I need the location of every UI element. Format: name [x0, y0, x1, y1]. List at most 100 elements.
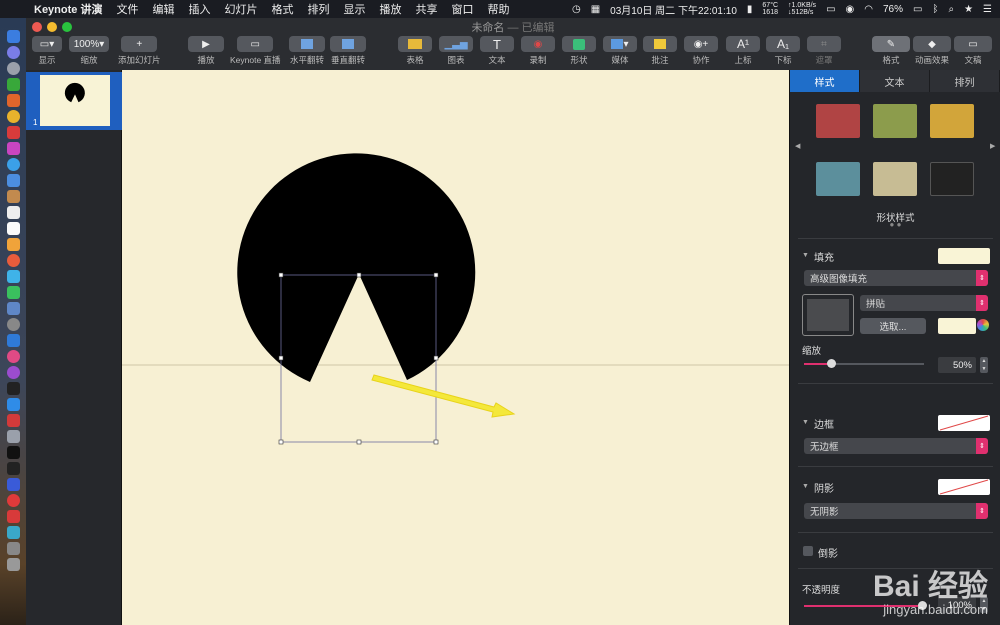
scale-slider-track[interactable]	[804, 359, 924, 368]
menu-app-name[interactable]: Keynote 讲演	[34, 1, 102, 17]
shape-style-swatch[interactable]	[930, 104, 974, 138]
record-button[interactable]: ◉ 录制	[521, 36, 555, 66]
battery-icon[interactable]: ▭	[913, 4, 922, 15]
menu-edit[interactable]: 编辑	[152, 1, 174, 17]
disclosure-icon[interactable]: ▼	[802, 252, 809, 259]
table-button[interactable]: 表格	[398, 36, 432, 66]
trash-icon[interactable]	[6, 558, 20, 571]
image-fill-preview[interactable]	[802, 294, 854, 336]
keynote-icon[interactable]	[6, 334, 20, 347]
tile-mode-select[interactable]: 拼贴 ⇕	[860, 295, 988, 311]
border-select[interactable]: 无边框 ⇕	[804, 438, 988, 454]
prev-styles-icon[interactable]: ◀	[795, 142, 800, 150]
scale-slider-thumb[interactable]	[827, 359, 836, 368]
star-icon[interactable]: ★	[964, 4, 973, 15]
zoom-menu[interactable]: 100% ▾ 缩放	[69, 36, 109, 66]
tint-color-well[interactable]	[938, 318, 976, 334]
disclosure-icon[interactable]: ▼	[802, 483, 809, 490]
flip-horizontal-button[interactable]: 水平翻转	[289, 36, 325, 66]
podcasts-icon[interactable]	[6, 366, 20, 379]
safari-icon[interactable]	[6, 158, 20, 171]
app-icon[interactable]	[6, 174, 20, 187]
preferences-icon[interactable]	[6, 430, 20, 443]
shape-style-swatch[interactable]	[873, 162, 917, 196]
app-store-icon[interactable]	[6, 398, 20, 411]
shape-button[interactable]: 形状	[562, 36, 596, 66]
keynote-live-button[interactable]: ▭ Keynote 直播	[230, 36, 281, 66]
text-button[interactable]: T 文本	[480, 36, 514, 66]
menu-arrange[interactable]: 排列	[307, 1, 329, 17]
app-icon[interactable]	[6, 462, 20, 475]
app-icon[interactable]	[6, 302, 20, 315]
search-icon[interactable]: ⌕	[948, 4, 954, 15]
choose-image-button[interactable]: 选取...	[860, 318, 926, 334]
tab-arrange[interactable]: 排列	[930, 70, 1000, 92]
menubar-datetime[interactable]: 03月10日 周二 下午22:01:10	[610, 2, 737, 17]
wechat-icon[interactable]: ◉	[846, 4, 855, 15]
pacman-shape[interactable]	[237, 153, 476, 382]
resize-handle[interactable]	[278, 272, 284, 278]
resize-handle[interactable]	[433, 439, 439, 445]
app-icon[interactable]	[6, 126, 20, 139]
vpn-icon[interactable]	[6, 478, 20, 491]
add-slide-button[interactable]: + 添加幻灯片	[118, 36, 161, 66]
calendar-app-icon[interactable]	[6, 206, 20, 219]
fill-type-select[interactable]: 高级图像填充 ⇕	[804, 270, 988, 286]
collaborate-button[interactable]: ◉+ 协作	[684, 36, 718, 66]
animate-button[interactable]: ◆ 动画效果	[913, 36, 951, 66]
menu-window[interactable]: 窗口	[451, 1, 473, 17]
app-icon[interactable]	[6, 142, 20, 155]
facetime-icon[interactable]	[6, 286, 20, 299]
menu-format[interactable]: 格式	[271, 1, 293, 17]
list-icon[interactable]: ☰	[983, 4, 992, 15]
menu-file[interactable]: 文件	[116, 1, 138, 17]
reflection-checkbox[interactable]	[803, 546, 813, 556]
app-icon[interactable]	[6, 78, 20, 91]
scale-value-field[interactable]: 50%	[938, 357, 976, 373]
app-icon[interactable]	[6, 510, 20, 523]
menu-insert[interactable]: 插入	[188, 1, 210, 17]
next-styles-icon[interactable]: ▶	[990, 142, 995, 150]
messages-icon[interactable]	[6, 270, 20, 283]
shape-style-swatch[interactable]	[816, 162, 860, 196]
close-button[interactable]	[32, 22, 42, 32]
zoom-button[interactable]	[62, 22, 72, 32]
tab-text[interactable]: 文本	[860, 70, 930, 92]
resize-handle[interactable]	[278, 439, 284, 445]
app-icon[interactable]	[6, 414, 20, 427]
tab-style[interactable]: 样式	[790, 70, 860, 92]
shape-style-swatch[interactable]	[873, 104, 917, 138]
flip-vertical-button[interactable]: 垂直翻转	[330, 36, 366, 66]
slide-thumbnail[interactable]	[40, 75, 110, 126]
menu-view[interactable]: 显示	[343, 1, 365, 17]
app-icon[interactable]	[6, 238, 20, 251]
tv-icon[interactable]	[6, 382, 20, 395]
notes-icon[interactable]	[6, 222, 20, 235]
stats-icon[interactable]: ▮	[747, 4, 753, 15]
play-button[interactable]: ▶ 播放	[188, 36, 224, 66]
menu-play[interactable]: 播放	[379, 1, 401, 17]
color-wheel-icon[interactable]	[977, 319, 989, 331]
resize-handle[interactable]	[433, 355, 439, 361]
slide-thumbnail-selected[interactable]: 1	[26, 72, 122, 130]
minimize-button[interactable]	[47, 22, 57, 32]
chart-button[interactable]: ▁▃▅ 图表	[439, 36, 473, 66]
finder-icon[interactable]	[6, 30, 20, 43]
app-icon[interactable]	[6, 494, 20, 507]
bluetooth-icon[interactable]: ᛒ	[932, 4, 938, 15]
shape-style-swatch[interactable]	[816, 104, 860, 138]
menu-help[interactable]: 帮助	[487, 1, 509, 17]
resize-handle[interactable]	[356, 272, 362, 278]
border-color-well[interactable]	[938, 415, 990, 431]
network-readout[interactable]: ↑1.0KB/s ↓512B/s	[788, 2, 816, 16]
app-icon[interactable]	[6, 542, 20, 555]
shape-style-swatch[interactable]	[930, 162, 974, 196]
comment-button[interactable]: 批注	[643, 36, 677, 66]
resize-handle[interactable]	[433, 272, 439, 278]
wifi-icon[interactable]: ◠	[864, 4, 873, 15]
time-machine-icon[interactable]: ◷	[572, 4, 581, 15]
disclosure-icon[interactable]: ▼	[802, 419, 809, 426]
slide-canvas[interactable]	[122, 70, 789, 625]
app-icon[interactable]	[6, 94, 20, 107]
view-button[interactable]: ▭▾ 显示	[32, 36, 62, 66]
